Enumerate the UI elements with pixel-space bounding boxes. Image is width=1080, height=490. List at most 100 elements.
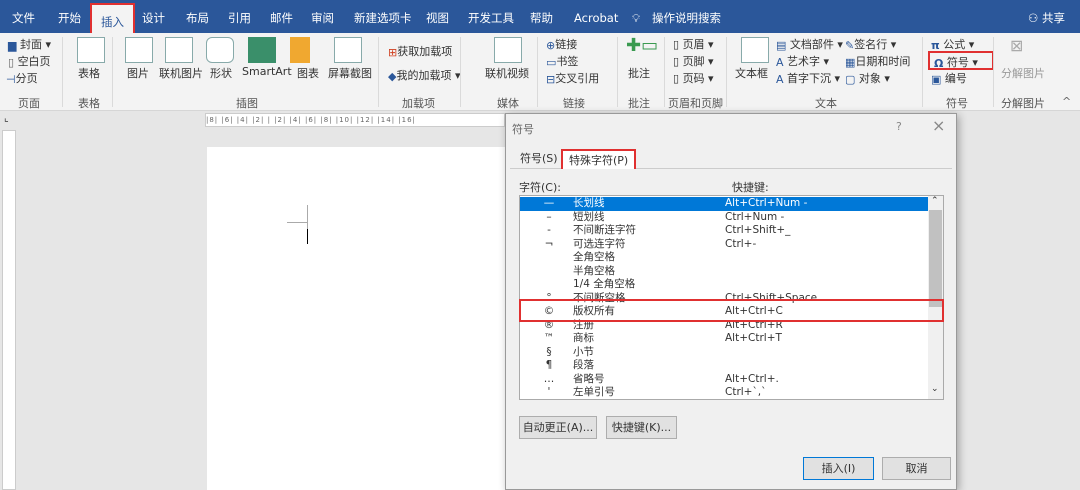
tab-symbols[interactable]: 符号(S) — [514, 149, 564, 169]
my-addins-button[interactable]: ◆我的加载项 ▾ — [388, 67, 461, 83]
row-name: 不间断连字符 — [573, 224, 636, 236]
decompose-picture-button[interactable]: 分解图片 — [1001, 65, 1045, 81]
tab-layout[interactable]: 布局 — [186, 0, 209, 33]
list-row[interactable]: – 短划线 Ctrl+Num - — [520, 211, 928, 225]
list-row[interactable]: 半角空格 — [520, 265, 928, 279]
list-row[interactable]: — 长划线 Alt+Ctrl+Num - — [520, 197, 928, 211]
blank-page-button[interactable]: ▯ 空白页 — [8, 53, 51, 69]
tab-home[interactable]: 开始 — [58, 0, 81, 33]
page-break-button[interactable]: ⊣分页 — [6, 70, 38, 86]
help-button[interactable]: ? — [896, 120, 902, 133]
list-row[interactable]: ¶ 段落 — [520, 359, 928, 373]
bookmark-button[interactable]: ▭书签 — [546, 53, 578, 69]
header-button[interactable]: ▯ 页眉 ▾ — [673, 36, 714, 52]
chart-button[interactable]: 图表 — [297, 65, 319, 81]
page-number-button[interactable]: ▯ 页码 ▾ — [673, 70, 714, 86]
list-row[interactable]: … 省略号 Alt+Ctrl+. — [520, 373, 928, 387]
special-characters-list[interactable]: — 长划线 Alt+Ctrl+Num - – 短划线 Ctrl+Num - - 不间断连字符 C… — [519, 195, 944, 400]
comment-icon: ✚▭ — [626, 35, 659, 56]
online-video-button[interactable]: 联机视频 — [485, 65, 529, 81]
online-picture-button[interactable]: 联机图片 — [159, 65, 203, 81]
cover-page-button[interactable]: ▆ 封面 ▾ — [8, 36, 51, 52]
group-label-links: 链接 — [563, 97, 585, 110]
comment-button[interactable]: 批注 — [628, 65, 650, 81]
row-symbol: ' — [547, 386, 551, 398]
list-row[interactable]: ™ 商标 Alt+Ctrl+T — [520, 332, 928, 346]
row-symbol: ¬ — [544, 237, 554, 250]
drop-cap-button[interactable]: A 首字下沉 ▾ — [776, 70, 840, 86]
share-button[interactable]: ⚇ 共享 — [1028, 0, 1065, 33]
list-row[interactable]: 1/4 全角空格 — [520, 278, 928, 292]
group-label-header-footer: 页眉和页脚 — [668, 97, 723, 110]
row-name: 小节 — [573, 345, 594, 358]
tab-design[interactable]: 设计 — [142, 0, 165, 33]
object-button[interactable]: ▢ 对象 ▾ — [845, 70, 890, 86]
smartart-button[interactable]: SmartArt — [242, 65, 292, 78]
tell-me-search[interactable]: 操作说明搜索 — [652, 0, 721, 33]
table-button[interactable]: 表格 — [78, 65, 100, 81]
list-row[interactable]: - 不间断连字符 Ctrl+Shift+_ — [520, 224, 928, 238]
row-symbol: § — [546, 345, 552, 358]
tab-new[interactable]: 新建选项卡 — [354, 0, 412, 33]
screenshot-button[interactable]: 屏幕截图 — [328, 65, 372, 81]
row-shortcut: Ctrl+Num - — [725, 210, 785, 223]
tab-selector-icon[interactable]: ⌞ — [4, 113, 9, 124]
collapse-ribbon-icon[interactable]: ^ — [1062, 95, 1071, 108]
picture-button[interactable]: 图片 — [127, 65, 149, 81]
picture-icon — [125, 37, 153, 63]
scroll-down-icon[interactable]: ⌄ — [931, 384, 939, 394]
tab-mailings[interactable]: 邮件 — [270, 0, 293, 33]
tab-references[interactable]: 引用 — [228, 0, 251, 33]
list-row[interactable]: 全角空格 — [520, 251, 928, 265]
date-time-button[interactable]: ▦日期和时间 — [845, 53, 910, 69]
tab-file[interactable]: 文件 — [12, 0, 35, 33]
symbol-button[interactable]: Ω 符号 ▾ — [928, 51, 994, 70]
tab-acrobat[interactable]: Acrobat — [574, 0, 618, 33]
online-picture-icon — [165, 37, 193, 63]
tab-view[interactable]: 视图 — [426, 0, 449, 33]
row-shortcut: Alt+Ctrl+T — [725, 332, 782, 344]
tab-special-characters[interactable]: 特殊字符(P) — [561, 149, 637, 169]
textbox-button[interactable]: 文本框 — [735, 65, 768, 81]
list-row[interactable]: ' 左单引号 Ctrl+`,` — [520, 386, 928, 400]
lightbulb-icon: 💡︎ — [632, 11, 641, 25]
person-icon: ⚇ — [1028, 11, 1042, 25]
row-shortcut: Ctrl+- — [725, 237, 757, 250]
online-video-icon — [494, 37, 522, 63]
wordart-button[interactable]: A 艺术字 ▾ — [776, 53, 829, 69]
insert-button[interactable]: 插入(I) — [803, 457, 874, 480]
vertical-ruler[interactable] — [2, 130, 16, 490]
row-symbol: - — [547, 224, 551, 236]
tab-insert[interactable]: 插入 — [90, 3, 135, 33]
row-name: 长划线 — [573, 197, 605, 209]
link-button[interactable]: ⊕链接 — [546, 36, 577, 52]
shapes-button[interactable]: 形状 — [210, 65, 232, 81]
autocorrect-button[interactable]: 自动更正(A)... — [519, 416, 597, 439]
footer-button[interactable]: ▯ 页脚 ▾ — [673, 53, 714, 69]
list-row[interactable]: ¬ 可选连字符 Ctrl+- — [520, 238, 928, 252]
scroll-up-icon[interactable]: ⌃ — [931, 196, 939, 206]
horizontal-ruler[interactable]: |8| |6| |4| |2| | |2| |4| |6| |8| |10| |… — [205, 113, 505, 127]
quick-parts-button[interactable]: ▤ 文档部件 ▾ — [776, 36, 843, 52]
shortcut-key-button[interactable]: 快捷键(K)... — [606, 416, 677, 439]
list-row[interactable]: § 小节 — [520, 346, 928, 360]
row-symbol: ¶ — [545, 359, 553, 371]
close-button[interactable]: × — [932, 116, 945, 135]
scrollbar-thumb[interactable] — [929, 210, 942, 307]
tab-help[interactable]: 帮助 — [530, 0, 553, 33]
document-page[interactable] — [207, 147, 507, 490]
numbering-button[interactable]: ▣ 编号 — [931, 70, 967, 86]
group-label-table: 表格 — [78, 97, 100, 110]
tab-developer[interactable]: 开发工具 — [468, 0, 514, 33]
scrollbar[interactable]: ⌃ ⌄ — [928, 196, 943, 399]
row-name: 短划线 — [573, 210, 605, 223]
get-addins-button[interactable]: ⊞获取加载项 — [388, 43, 452, 59]
row-symbol: … — [543, 372, 555, 385]
equation-button[interactable]: π 公式 ▾ — [931, 36, 974, 52]
tab-review[interactable]: 审阅 — [311, 0, 334, 33]
signature-line-button[interactable]: ✎签名行 ▾ — [845, 36, 896, 52]
cancel-button[interactable]: 取消 — [882, 457, 951, 480]
row-symbol: — — [543, 197, 555, 209]
row-name: 半角空格 — [573, 264, 615, 277]
cross-reference-button[interactable]: ⊟交叉引用 — [546, 70, 599, 86]
